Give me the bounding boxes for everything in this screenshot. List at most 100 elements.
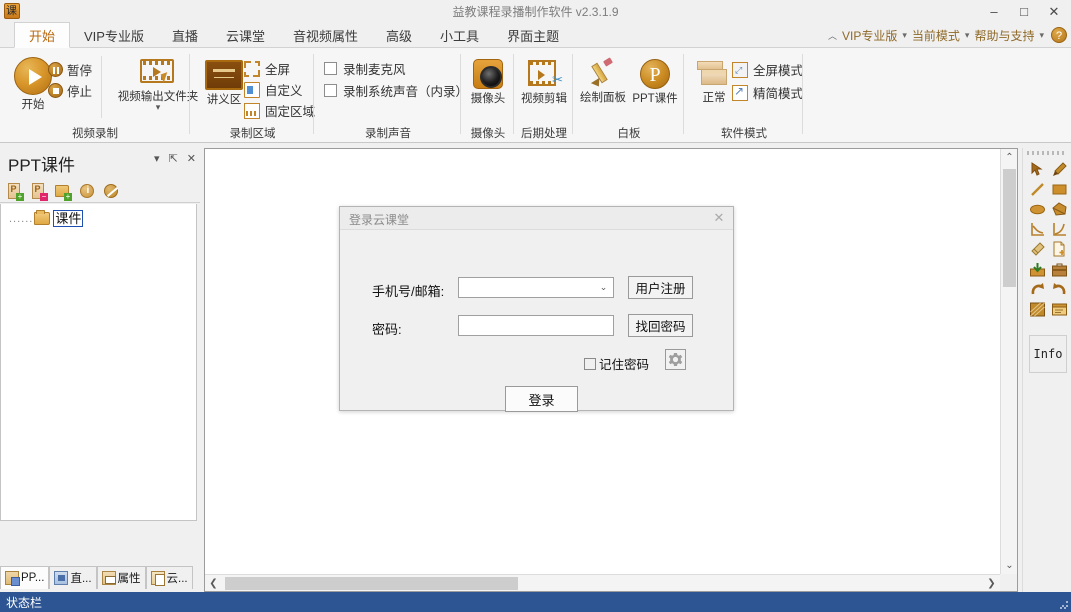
lean-mode-item[interactable]: 精简模式 <box>732 83 803 102</box>
polygon-icon[interactable] <box>1048 199 1070 219</box>
filled-rect-icon[interactable] <box>1048 179 1070 199</box>
resize-grip[interactable] <box>1060 601 1069 610</box>
tab-vip-pro[interactable]: VIP专业版 <box>70 22 158 48</box>
close-icon[interactable]: ✕ <box>187 154 196 165</box>
tree-item-courseware[interactable]: ...... 课件 <box>9 210 83 227</box>
drag-grip[interactable] <box>1027 151 1067 155</box>
gear-icon <box>668 352 683 367</box>
tab-advanced[interactable]: 高级 <box>372 22 426 48</box>
select-arrow-icon[interactable] <box>1026 159 1048 179</box>
password-input[interactable] <box>458 315 614 336</box>
webcam-label: 摄像头 <box>471 90 506 106</box>
link-help-support[interactable]: 帮助与支持 <box>973 27 1035 44</box>
record-system-sound-checkbox[interactable]: 录制系统声音（内录） <box>324 81 468 100</box>
normal-window-icon <box>697 60 731 88</box>
chevron-down-icon[interactable]: ▾ <box>156 102 161 113</box>
checkbox-box <box>324 84 337 97</box>
window-icon[interactable] <box>1048 299 1070 319</box>
draw-panel-button[interactable]: 绘制面板 <box>576 60 630 105</box>
application-window: 益教课程录播制作软件 v2.3.1.9 – □ ✕ 开始 VIP专业版 直播 云… <box>0 0 1071 612</box>
ribbon-group-record-area: 讲义区 全屏 自定义 固定区域 录制区域 <box>191 48 314 143</box>
forgot-password-button[interactable]: 找回密码 <box>628 314 693 337</box>
ppt-courseware-button[interactable]: PPT课件 <box>628 59 682 106</box>
chevron-down-icon-1[interactable]: ▾ <box>902 30 907 41</box>
tab-live[interactable]: 直播 <box>158 22 212 48</box>
record-area-custom[interactable]: 自定义 <box>244 80 303 99</box>
video-edit-button[interactable]: ✂ 视频剪辑 <box>517 59 571 106</box>
pencil-icon <box>590 60 616 88</box>
help-icon[interactable]: ? <box>1051 27 1067 43</box>
tab-cloud-class[interactable]: 云课堂 <box>212 22 279 48</box>
dialog-close-button[interactable]: ✕ <box>711 210 727 226</box>
record-microphone-checkbox[interactable]: 录制麦克风 <box>324 59 406 78</box>
webcam-button[interactable]: 摄像头 <box>461 59 515 106</box>
link-current-mode[interactable]: 当前模式 <box>911 27 961 44</box>
disable-icon[interactable] <box>102 183 119 200</box>
panel-tab-property[interactable]: 属性 <box>97 566 146 589</box>
record-area-fixed[interactable]: 固定区域 <box>244 101 315 120</box>
minimize-button[interactable]: – <box>979 0 1009 22</box>
scroll-up-arrow[interactable]: ⌃ <box>1001 149 1018 166</box>
maximize-button[interactable]: □ <box>1009 0 1039 22</box>
chevron-down-icon-3[interactable]: ▾ <box>1039 30 1044 41</box>
login-dialog: 登录云课堂 ✕ 手机号/邮箱: ⌄ 用户注册 密码: 找回密码 记住密码 <box>339 206 734 411</box>
chevron-down-icon-2[interactable]: ▾ <box>965 30 970 41</box>
pause-record-button[interactable]: 暂停 <box>48 60 92 79</box>
scroll-down-arrow[interactable]: ⌄ <box>1001 557 1018 574</box>
lecture-area-button[interactable]: 讲义区 <box>197 60 251 107</box>
panel-tab-ppt[interactable]: PP... <box>0 566 49 589</box>
pin-icon[interactable]: ⇱ <box>169 154 178 165</box>
draw-panel-label: 绘制面板 <box>580 89 626 105</box>
record-area-fullscreen[interactable]: 全屏 <box>244 59 290 78</box>
horizontal-scrollbar[interactable]: ❮ ❯ <box>205 574 1000 591</box>
redo-icon[interactable] <box>1026 279 1048 299</box>
line-icon[interactable] <box>1026 179 1048 199</box>
tab-tools[interactable]: 小工具 <box>426 22 493 48</box>
panel-tab-live[interactable]: 直... <box>49 566 96 589</box>
scroll-left-arrow[interactable]: ❮ <box>205 575 222 592</box>
save-page-icon[interactable] <box>1026 259 1048 279</box>
tab-start[interactable]: 开始 <box>14 22 70 48</box>
scroll-right-arrow[interactable]: ❯ <box>983 575 1000 592</box>
cloud-tab-icon <box>151 571 165 585</box>
layers-icon[interactable] <box>1026 299 1048 319</box>
chevron-down-icon[interactable]: ▾ <box>154 154 160 165</box>
remember-password-checkbox[interactable]: 记住密码 <box>584 354 649 373</box>
login-submit-button[interactable]: 登录 <box>505 386 578 412</box>
ribbon-tabs: 开始 VIP专业版 直播 云课堂 音视频属性 高级 小工具 界面主题 <box>14 22 573 48</box>
tab-theme[interactable]: 界面主题 <box>493 22 573 48</box>
register-button[interactable]: 用户注册 <box>628 276 693 299</box>
ppt-courseware-panel: PPT课件 ▾ ⇱ ✕ + − + ...... 课件 <box>0 148 200 568</box>
brush-icon[interactable] <box>1048 159 1070 179</box>
info-button[interactable]: Info <box>1029 335 1067 373</box>
stop-record-button[interactable]: 停止 <box>48 81 92 100</box>
axis-down-icon[interactable] <box>1026 219 1048 239</box>
undo-icon[interactable] <box>1048 279 1070 299</box>
toolbox-icon[interactable] <box>1048 259 1070 279</box>
settings-button[interactable] <box>665 349 686 370</box>
scrollbar-corner <box>1000 574 1017 591</box>
fullscreen-mode-item[interactable]: ⤢ 全屏模式 <box>732 60 803 79</box>
horizontal-scroll-thumb[interactable] <box>225 577 518 590</box>
chevron-down-icon[interactable]: ⌄ <box>598 282 609 293</box>
link-vip-pro[interactable]: VIP专业版 <box>841 27 898 44</box>
ribbon-group-video-record: 开始 暂停 停止 视频输出文件夹 ▾ 视频录制 <box>0 48 190 143</box>
axis-up-icon[interactable] <box>1048 219 1070 239</box>
info-icon[interactable] <box>78 183 95 200</box>
phone-email-input[interactable]: ⌄ <box>458 277 614 298</box>
group-divider <box>189 54 190 134</box>
group-inner-divider <box>101 56 102 118</box>
new-page-icon[interactable] <box>1048 239 1070 259</box>
add-folder-icon[interactable]: + <box>54 183 71 200</box>
ellipse-icon[interactable] <box>1026 199 1048 219</box>
eraser-icon[interactable] <box>1026 239 1048 259</box>
courseware-tree[interactable]: ...... 课件 <box>0 204 197 521</box>
add-ppt-icon[interactable]: + <box>6 183 23 200</box>
close-button[interactable]: ✕ <box>1039 0 1069 22</box>
tab-av-properties[interactable]: 音视频属性 <box>279 22 372 48</box>
vertical-scroll-thumb[interactable] <box>1003 169 1016 287</box>
chevron-up-icon[interactable]: ︿ <box>828 29 837 42</box>
vertical-scrollbar[interactable]: ⌃ ⌄ <box>1000 149 1017 574</box>
remove-ppt-icon[interactable]: − <box>30 183 47 200</box>
panel-tab-cloud[interactable]: 云... <box>146 566 193 589</box>
